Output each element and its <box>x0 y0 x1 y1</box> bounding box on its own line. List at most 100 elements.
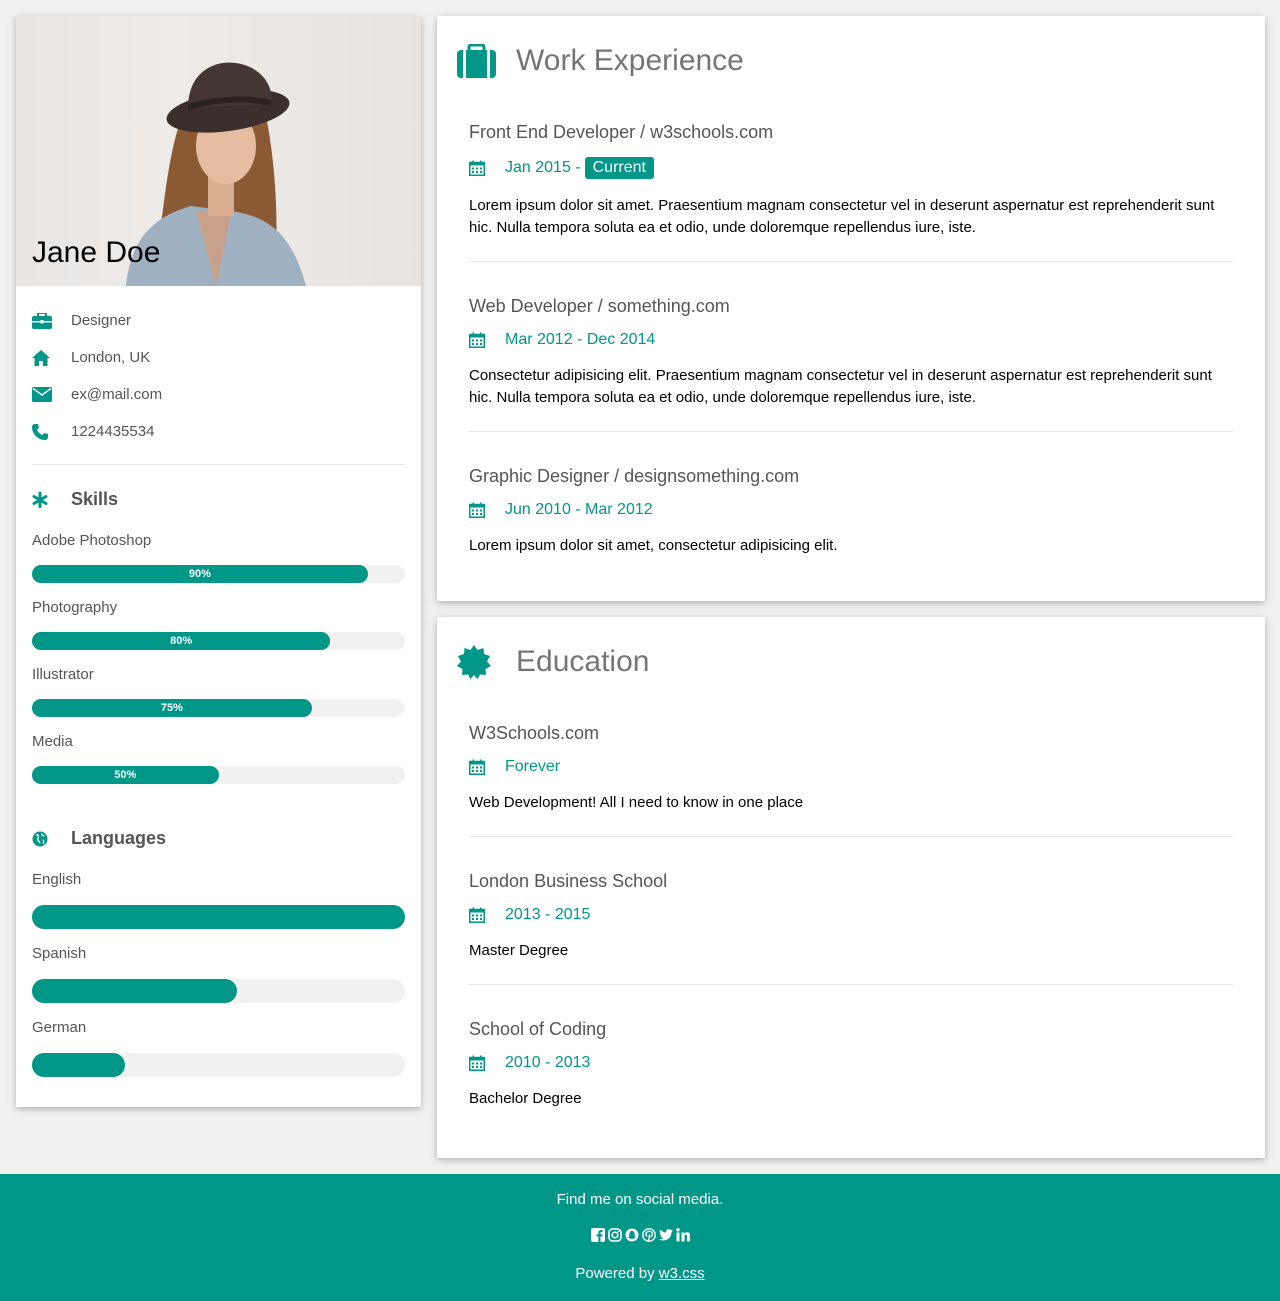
work-experience-card: Work Experience Front End Developer / w3… <box>437 16 1265 601</box>
skill-item: Photography 80% <box>16 599 421 650</box>
entry-description: Master Degree <box>469 942 569 959</box>
education-entry: London Business School 2013 - 2015 Maste… <box>437 871 1265 962</box>
envelope-icon <box>32 387 71 402</box>
entry-date: Jan 2015 - Current <box>469 157 1233 179</box>
phone-row: 1224435534 <box>32 413 405 450</box>
current-badge: Current <box>584 157 654 179</box>
languages-title: Languages <box>71 828 167 848</box>
language-label: Spanish <box>32 945 87 962</box>
calendar-icon <box>469 502 505 518</box>
snapchat-icon[interactable] <box>625 1228 639 1242</box>
globe-icon <box>32 831 71 847</box>
profile-name: Jane Doe <box>32 236 161 269</box>
education-entry: School of Coding 2010 - 2013 Bachelor De… <box>437 1019 1265 1110</box>
skill-label: Illustrator <box>32 666 94 683</box>
skill-bar-fill: 90% <box>32 565 368 583</box>
skill-label: Media <box>32 733 73 750</box>
skill-bar: 50% <box>32 766 405 784</box>
skill-item: Media 50% <box>16 733 421 784</box>
profile-photo: Jane Doe <box>16 16 421 286</box>
entry-title: Web Developer / something.com <box>469 296 730 316</box>
profile-divider <box>32 464 405 465</box>
entry-date: Forever <box>469 758 1233 776</box>
skill-bar-fill: 80% <box>32 632 331 650</box>
skill-bar: 90% <box>32 565 405 583</box>
calendar-icon <box>469 1055 505 1071</box>
job-title: Designer <box>71 312 132 329</box>
skills-heading: Skills <box>16 489 421 510</box>
asterisk-icon <box>32 491 71 508</box>
facebook-icon[interactable] <box>590 1228 605 1242</box>
language-bar-fill <box>32 1053 126 1077</box>
instagram-icon[interactable] <box>607 1228 622 1242</box>
work-experience-title: Work Experience <box>516 44 744 77</box>
entry-description: Bachelor Degree <box>469 1090 582 1107</box>
footer-tagline: Find me on social media. <box>556 1191 724 1208</box>
social-links <box>0 1228 1280 1242</box>
entry-date: 2010 - 2013 <box>469 1054 1233 1072</box>
entry-divider <box>469 431 1233 432</box>
skills-title: Skills <box>71 489 119 509</box>
entry-title: School of Coding <box>469 1019 607 1039</box>
entry-date-text: Jun 2010 - Mar 2012 <box>505 501 653 518</box>
entry-date-text: Forever <box>505 758 561 775</box>
entry-date-text: 2010 - 2013 <box>505 1054 591 1071</box>
work-entry: Front End Developer / w3schools.com Jan … <box>437 122 1265 239</box>
language-item: Spanish <box>16 945 421 1003</box>
certificate-icon <box>457 645 516 679</box>
entry-description: Consectetur adipisicing elit. Praesentiu… <box>469 367 1212 406</box>
language-bar <box>32 905 405 929</box>
pinterest-icon[interactable] <box>641 1228 656 1242</box>
education-card: Education W3Schools.com Forever Web Deve… <box>437 617 1265 1158</box>
language-bar-fill <box>32 979 238 1003</box>
skill-item: Adobe Photoshop 90% <box>16 532 421 583</box>
language-bar <box>32 979 405 1003</box>
briefcase-icon <box>32 312 71 329</box>
location-text: London, UK <box>71 349 151 366</box>
entry-divider <box>469 836 1233 837</box>
linkedin-icon[interactable] <box>675 1228 690 1242</box>
entry-title: Graphic Designer / designsomething.com <box>469 466 800 486</box>
location-row: London, UK <box>32 339 405 376</box>
w3css-link[interactable]: w3.css <box>659 1265 705 1282</box>
entry-date: Jun 2010 - Mar 2012 <box>469 501 1233 519</box>
phone-text: 1224435534 <box>71 423 155 440</box>
entry-date: Mar 2012 - Dec 2014 <box>469 331 1233 349</box>
work-entry: Graphic Designer / designsomething.com J… <box>437 466 1265 557</box>
language-item: English <box>16 871 421 929</box>
entry-divider <box>469 984 1233 985</box>
skill-label: Photography <box>32 599 118 616</box>
entry-date: 2013 - 2015 <box>469 906 1233 924</box>
suitcase-icon <box>457 44 516 78</box>
twitter-icon[interactable] <box>658 1228 673 1242</box>
education-heading: Education <box>437 617 1265 679</box>
work-experience-heading: Work Experience <box>437 16 1265 78</box>
education-entry: W3Schools.com Forever Web Development! A… <box>437 723 1265 814</box>
calendar-icon <box>469 907 505 923</box>
email-text: ex@mail.com <box>71 386 163 403</box>
entry-description: Lorem ipsum dolor sit amet, consectetur … <box>469 537 838 554</box>
skill-bar: 75% <box>32 699 405 717</box>
powered-prefix: Powered by <box>575 1265 659 1282</box>
entry-description: Lorem ipsum dolor sit amet. Praesentium … <box>469 197 1215 236</box>
language-bar-fill <box>32 905 405 929</box>
profile-card: Jane Doe Designer London, UK ex@mail.com… <box>16 16 421 1107</box>
skill-bar-fill: 75% <box>32 699 312 717</box>
language-label: English <box>32 871 82 888</box>
skill-label: Adobe Photoshop <box>32 532 152 549</box>
calendar-icon <box>469 332 505 348</box>
footer: Find me on social media. Powered by w3.c… <box>0 1174 1280 1301</box>
phone-icon <box>32 423 71 440</box>
job-row: Designer <box>32 302 405 339</box>
calendar-icon <box>469 759 505 775</box>
education-title: Education <box>516 645 650 678</box>
language-label: German <box>32 1019 87 1036</box>
calendar-icon <box>469 160 505 176</box>
entry-date-text: Jan 2015 - <box>505 159 581 176</box>
skill-bar-fill: 50% <box>32 766 219 784</box>
entry-divider <box>469 261 1233 262</box>
entry-date-text: Mar 2012 - Dec 2014 <box>505 331 656 348</box>
entry-date-text: 2013 - 2015 <box>505 906 591 923</box>
entry-title: London Business School <box>469 871 668 891</box>
entry-description: Web Development! All I need to know in o… <box>469 794 804 811</box>
